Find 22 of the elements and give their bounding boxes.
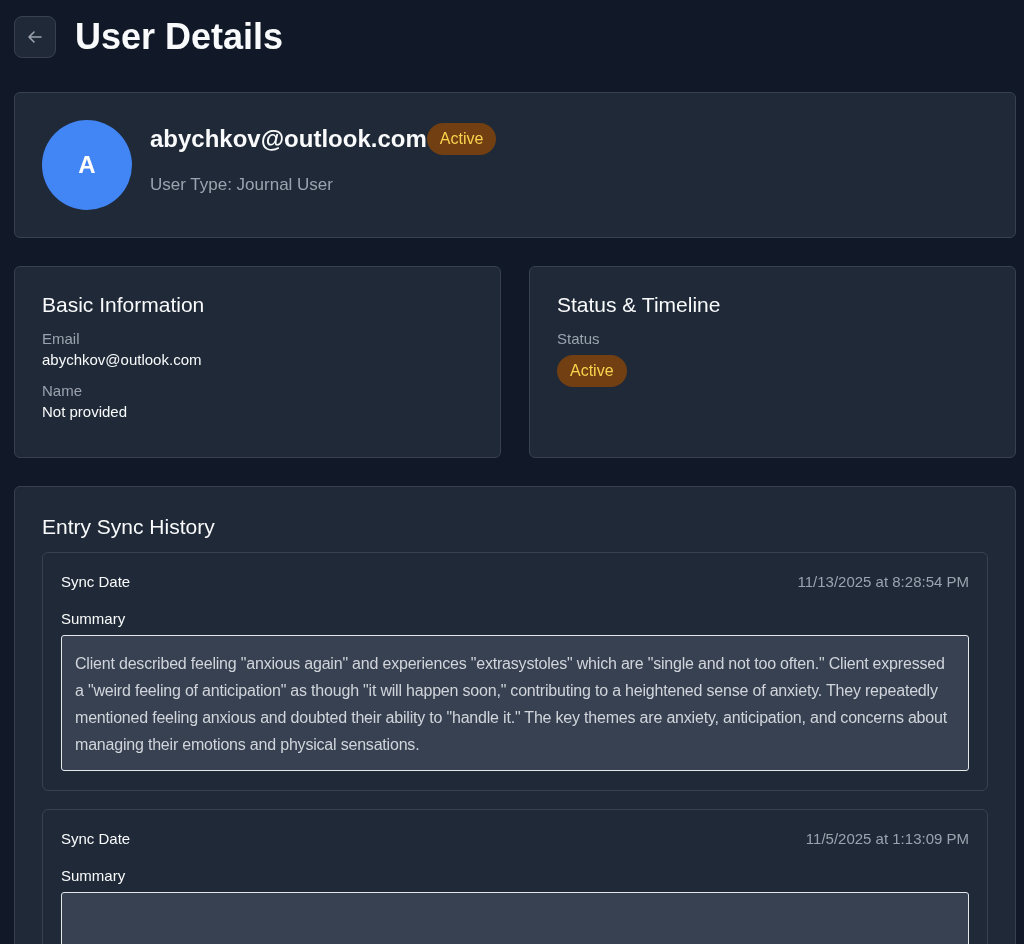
sync-date: 11/5/2025 at 1:13:09 PM (805, 830, 969, 847)
summary-box: Client described feeling "anxious again" and experiences "extrasystoles" which are "single and not too often." Client expressed a "weird feeling of anticipation" as though "it will happen soon," contributing to a heightened sense of anxiety. They repeatedly mentioned feeling anxious and doubted their ability to "handle it." The key themes are anxiety, anticipation, and concerns about managing their emotions and physical sensations. (61, 635, 969, 771)
field-label: Email (42, 330, 81, 347)
sync-date-label: Sync Date (61, 573, 131, 590)
field-label: Name (42, 382, 83, 399)
user-type: User Type: Journal User (150, 175, 334, 195)
sync-date-label: Sync Date (61, 830, 131, 847)
back-button[interactable] (14, 16, 56, 58)
avatar: A (42, 120, 132, 210)
sync-date: 11/13/2025 at 8:28:54 PM (797, 573, 969, 590)
page-title: User Details (75, 17, 284, 57)
status-badge: Active (557, 355, 627, 387)
card-title: Status & Timeline (557, 293, 722, 317)
field-value: Not provided (42, 403, 129, 420)
summary-label: Summary (61, 610, 127, 627)
card-title: Entry Sync History (42, 515, 216, 539)
status-badge: Active (426, 123, 497, 155)
field-value: abychkov@outlook.com (42, 351, 203, 368)
field-label: Status (557, 330, 601, 347)
user-email: abychkov@outlook.com (150, 125, 427, 153)
card-title: Basic Information (42, 293, 206, 317)
summary-label: Summary (61, 867, 127, 884)
